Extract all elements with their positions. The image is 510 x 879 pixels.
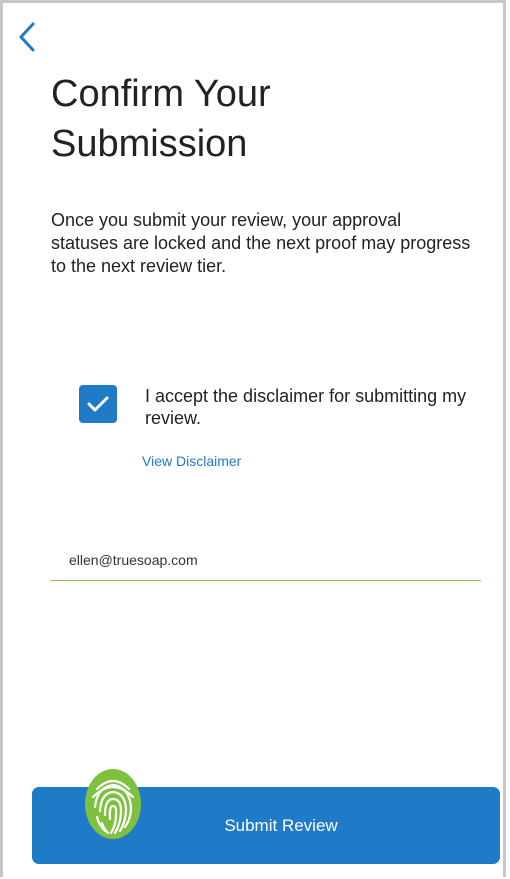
back-button[interactable]: [11, 17, 43, 57]
checkmark-icon: [87, 396, 109, 412]
page-title: Confirm Your Submission: [51, 73, 271, 165]
disclaimer-row: I accept the disclaimer for submitting m…: [79, 385, 489, 471]
disclaimer-checkbox[interactable]: [79, 385, 117, 423]
submit-review-label: Submit Review: [224, 815, 338, 835]
screen-frame: Confirm Your Submission Once you submit …: [0, 0, 506, 877]
disclaimer-label: I accept the disclaimer for submitting m…: [145, 386, 467, 428]
fingerprint-icon[interactable]: [83, 767, 143, 841]
description-text: Once you submit your review, your approv…: [51, 210, 471, 276]
view-disclaimer-link[interactable]: View Disclaimer: [142, 453, 241, 469]
chevron-left-icon: [19, 22, 35, 52]
email-field[interactable]: [51, 539, 481, 581]
disclaimer-text-group: I accept the disclaimer for submitting m…: [142, 385, 475, 471]
